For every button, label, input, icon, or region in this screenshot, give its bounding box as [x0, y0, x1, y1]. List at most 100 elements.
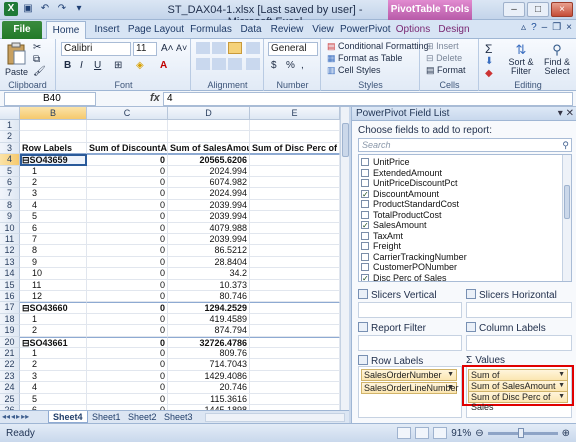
- row-label-cell[interactable]: 7: [20, 234, 87, 246]
- checkbox-icon[interactable]: [361, 179, 369, 187]
- row-number[interactable]: 15: [0, 279, 20, 291]
- disc-perc-cell[interactable]: [250, 291, 340, 303]
- disc-perc-cell[interactable]: [250, 348, 340, 360]
- merge-center-icon[interactable]: [246, 58, 260, 70]
- dropdown-arrow-icon[interactable]: ▼: [447, 383, 454, 393]
- discount-cell[interactable]: 0: [87, 291, 168, 303]
- row-number[interactable]: 19: [0, 325, 20, 337]
- discount-cell[interactable]: 0: [87, 256, 168, 269]
- field-list[interactable]: UnitPrice ExtendedAmount UnitPriceDiscount…: [358, 154, 572, 282]
- close-button[interactable]: ×: [551, 2, 573, 17]
- field-list-scrollbar[interactable]: [562, 155, 571, 281]
- disc-perc-cell[interactable]: [250, 382, 340, 394]
- number-format-select[interactable]: General: [268, 42, 318, 56]
- disc-perc-cell[interactable]: [250, 154, 340, 166]
- field-item[interactable]: ✓ Disc Perc of Sales: [361, 273, 447, 281]
- field-item[interactable]: ✓ DiscountAmount: [361, 189, 439, 200]
- vertical-scrollbar[interactable]: [340, 107, 349, 410]
- tab-view[interactable]: View: [308, 21, 338, 39]
- disc-perc-cell[interactable]: [250, 120, 340, 132]
- field-item[interactable]: TaxAmt: [361, 231, 403, 242]
- sheet-tab-sheet1[interactable]: Sheet1: [88, 411, 125, 423]
- row-label-cell[interactable]: 2: [20, 177, 87, 189]
- name-box[interactable]: B40: [4, 92, 96, 106]
- row-number[interactable]: 18: [0, 313, 20, 326]
- row-label-cell[interactable]: 8: [20, 245, 87, 257]
- disc-perc-cell[interactable]: [250, 188, 340, 200]
- field-item[interactable]: CarrierTrackingNumber: [361, 252, 467, 263]
- field-item[interactable]: CustomerPONumber: [361, 262, 457, 273]
- discount-cell[interactable]: 0: [87, 199, 168, 212]
- bold-button[interactable]: B: [63, 59, 72, 72]
- sales-cell[interactable]: 4079.988: [168, 222, 250, 234]
- value-sum-disc-perc-of-sales[interactable]: Sum of Disc Perc of Sales ▼: [468, 391, 568, 412]
- row-number[interactable]: 4: [0, 154, 20, 166]
- row-label-cell[interactable]: 4: [20, 382, 87, 394]
- align-middle-icon[interactable]: [212, 42, 226, 54]
- disc-perc-cell[interactable]: [250, 211, 340, 223]
- disc-perc-cell[interactable]: [250, 325, 340, 337]
- sales-cell[interactable]: 80.746: [168, 291, 250, 303]
- checked-checkbox-icon[interactable]: ✓: [361, 189, 369, 198]
- sales-cell[interactable]: 10.373: [168, 279, 250, 291]
- clear-icon[interactable]: ◆: [484, 67, 494, 80]
- checkbox-icon[interactable]: [361, 242, 369, 250]
- currency-button[interactable]: $: [270, 59, 278, 72]
- disc-perc-cell[interactable]: [250, 302, 340, 314]
- row-number[interactable]: 9: [0, 211, 20, 223]
- page-layout-view-icon[interactable]: [415, 427, 430, 439]
- discount-cell[interactable]: 0: [87, 370, 168, 383]
- tab-file[interactable]: File: [2, 21, 42, 39]
- row-label-cell[interactable]: 2: [20, 325, 87, 337]
- column-header-b[interactable]: B: [20, 107, 87, 120]
- panel-menu-icon[interactable]: ▾: [558, 108, 563, 119]
- field-search-input[interactable]: Search ⚲: [358, 138, 572, 152]
- sales-cell[interactable]: [168, 131, 250, 143]
- sum-discount-header[interactable]: Sum of DiscountAmount: [87, 142, 168, 155]
- row-number[interactable]: 25: [0, 393, 20, 405]
- align-bottom-icon[interactable]: [228, 42, 242, 54]
- row-label-sales-order-number[interactable]: SalesOrderNumber ▼: [361, 369, 457, 381]
- copy-icon[interactable]: ⧉: [32, 53, 50, 65]
- sales-cell[interactable]: 809.76: [168, 348, 250, 360]
- help-icon[interactable]: ?: [531, 22, 537, 33]
- font-size-select[interactable]: 11: [133, 42, 157, 56]
- discount-cell[interactable]: [87, 131, 168, 143]
- dropdown-arrow-icon[interactable]: ▼: [558, 381, 565, 391]
- disc-perc-cell[interactable]: [250, 256, 340, 269]
- column-header-c[interactable]: C: [87, 107, 168, 120]
- minimize-button[interactable]: –: [503, 2, 525, 17]
- align-top-icon[interactable]: [196, 42, 210, 54]
- discount-cell[interactable]: 0: [87, 359, 168, 371]
- next-sheet-icon[interactable]: ▸: [16, 412, 20, 421]
- checkbox-icon[interactable]: [361, 210, 369, 219]
- row-number[interactable]: 5: [0, 165, 20, 177]
- first-sheet-icon[interactable]: ◂◂: [2, 412, 10, 421]
- sales-cell[interactable]: 874.794: [168, 325, 250, 337]
- last-sheet-icon[interactable]: ▸▸: [21, 412, 29, 421]
- discount-cell[interactable]: 0: [87, 165, 168, 177]
- row-labels-header[interactable]: Row Labels: [20, 142, 87, 155]
- sales-cell[interactable]: 2039.994: [168, 199, 250, 212]
- row-number[interactable]: 6: [0, 177, 20, 189]
- dropdown-arrow-icon[interactable]: ▼: [558, 392, 565, 402]
- disc-perc-cell[interactable]: [250, 245, 340, 257]
- italic-button[interactable]: I: [79, 59, 84, 72]
- undo-icon[interactable]: ↶: [38, 2, 52, 16]
- disc-perc-cell[interactable]: [250, 393, 340, 405]
- checked-checkbox-icon[interactable]: ✓: [361, 273, 369, 281]
- save-icon[interactable]: ▣: [21, 2, 35, 16]
- discount-cell[interactable]: 0: [87, 336, 168, 348]
- sheet-tab-sheet2[interactable]: Sheet2: [124, 411, 161, 423]
- checked-checkbox-icon[interactable]: ✓: [361, 221, 369, 230]
- row-number[interactable]: 20: [0, 336, 20, 348]
- spreadsheet-grid[interactable]: B C D E 123Row LabelsSum of DiscountAmou…: [0, 107, 349, 410]
- sales-cell[interactable]: 714.7043: [168, 359, 250, 371]
- checkbox-icon[interactable]: [361, 231, 369, 240]
- sheet-tab-sheet3[interactable]: Sheet3: [160, 411, 197, 423]
- disc-perc-cell[interactable]: [250, 131, 340, 143]
- sales-cell[interactable]: 2024.994: [168, 188, 250, 200]
- sales-cell[interactable]: 32726.4786: [168, 336, 250, 348]
- sales-cell[interactable]: 86.5212: [168, 245, 250, 257]
- format-cells-button[interactable]: ▤ Format: [425, 64, 467, 77]
